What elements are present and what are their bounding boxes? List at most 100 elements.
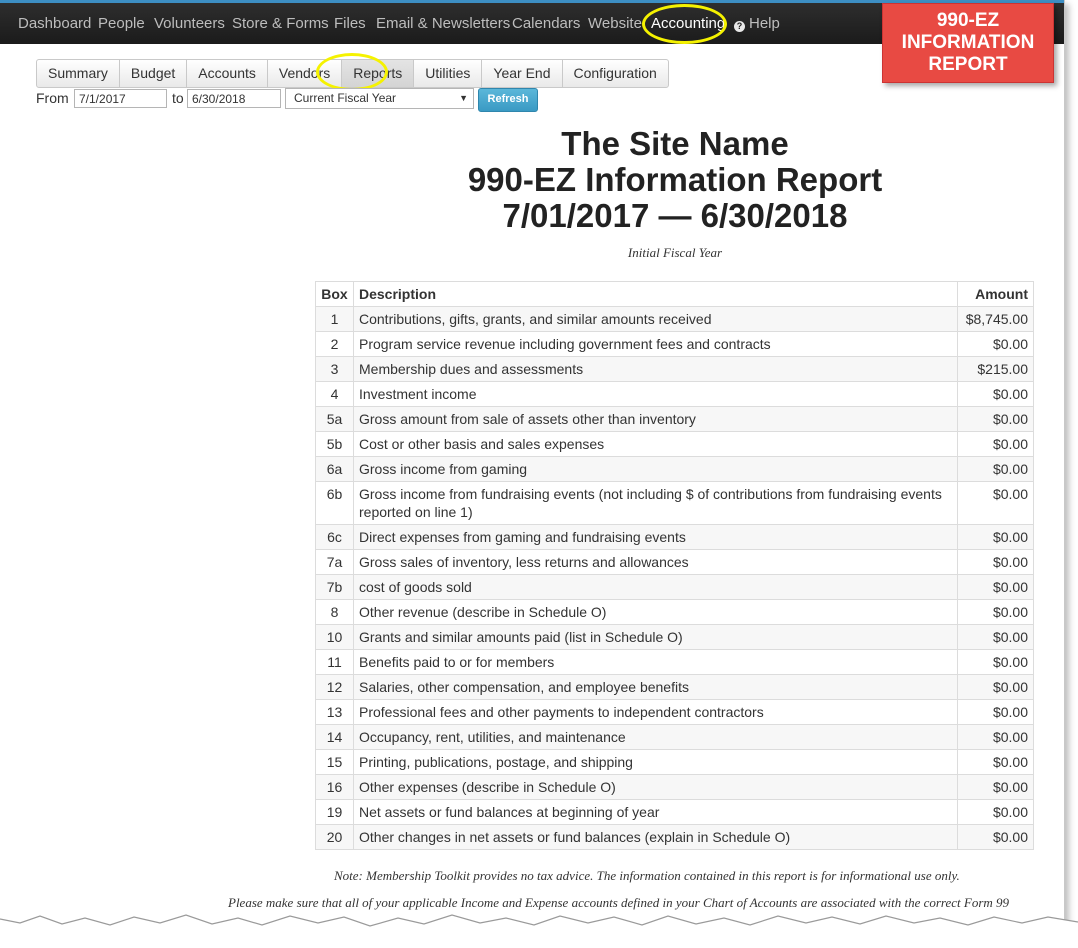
- row-amount: $0.00: [957, 624, 1034, 650]
- report-title: 990-EZ Information Report: [467, 161, 883, 198]
- nav-dashboard[interactable]: Dashboard: [18, 15, 91, 32]
- row-amount: $0.00: [957, 674, 1034, 700]
- nav-accounting[interactable]: Accounting: [651, 15, 725, 32]
- row-description: Professional fees and other payments to …: [353, 699, 958, 725]
- table-row: 11 Benefits paid to or for members $0.00: [315, 649, 1034, 675]
- row-amount: $0.00: [957, 331, 1034, 357]
- table-row: 7b cost of goods sold $0.00: [315, 574, 1034, 600]
- nav-email-newsletters[interactable]: Email & Newsletters: [376, 15, 510, 32]
- row-box: 20: [315, 824, 354, 850]
- row-description: Cost or other basis and sales expenses: [353, 431, 958, 457]
- period-select-value: Current Fiscal Year: [294, 91, 397, 105]
- row-description: Contributions, gifts, grants, and simila…: [353, 306, 958, 332]
- row-amount: $215.00: [957, 356, 1034, 382]
- row-description: Program service revenue including govern…: [353, 331, 958, 357]
- row-box: 8: [315, 599, 354, 625]
- row-description: Other changes in net assets or fund bala…: [353, 824, 958, 850]
- row-description: Investment income: [353, 381, 958, 407]
- nav-store-forms[interactable]: Store & Forms: [232, 15, 329, 32]
- table-row: 4 Investment income $0.00: [315, 381, 1034, 407]
- row-description: Occupancy, rent, utilities, and maintena…: [353, 724, 958, 750]
- nav-files[interactable]: Files: [334, 15, 366, 32]
- tab-year-end[interactable]: Year End: [482, 60, 563, 87]
- table-row: 8 Other revenue (describe in Schedule O) $…: [315, 599, 1034, 625]
- row-box: 5a: [315, 406, 354, 432]
- refresh-button[interactable]: Refresh: [478, 88, 538, 112]
- row-description: Gross sales of inventory, less returns a…: [353, 549, 958, 575]
- from-label: From: [36, 90, 69, 106]
- table-row: 6c Direct expenses from gaming and fundra…: [315, 524, 1034, 550]
- row-box: 11: [315, 649, 354, 675]
- row-amount: $0.00: [957, 456, 1034, 482]
- row-box: 1: [315, 306, 354, 332]
- table-row: 12 Salaries, other compensation, and empl…: [315, 674, 1034, 700]
- table-header-row: Box Description Amount: [315, 281, 1034, 307]
- chevron-down-icon: ▼: [459, 93, 468, 103]
- row-box: 5b: [315, 431, 354, 457]
- row-amount: $0.00: [957, 481, 1034, 525]
- row-amount: $0.00: [957, 649, 1034, 675]
- row-amount: $0.00: [957, 574, 1034, 600]
- report-callout-badge: 990-EZ INFORMATION REPORT: [882, 3, 1054, 83]
- accounting-subtabs: Summary Budget Accounts Vendors Reports …: [36, 59, 669, 88]
- table-row: 5b Cost or other basis and sales expenses…: [315, 431, 1034, 457]
- row-box: 6a: [315, 456, 354, 482]
- table-row: 2 Program service revenue including gover…: [315, 331, 1034, 357]
- row-box: 19: [315, 799, 354, 825]
- row-box: 6c: [315, 524, 354, 550]
- row-box: 16: [315, 774, 354, 800]
- row-amount: $0.00: [957, 381, 1034, 407]
- row-amount: $8,745.00: [957, 306, 1034, 332]
- callout-line-3: REPORT: [928, 54, 1008, 75]
- from-date-input[interactable]: [74, 89, 167, 108]
- row-amount: $0.00: [957, 824, 1034, 850]
- row-description: cost of goods sold: [353, 574, 958, 600]
- nav-website[interactable]: Website: [588, 15, 642, 32]
- table-row: 5a Gross amount from sale of assets other…: [315, 406, 1034, 432]
- tab-accounts[interactable]: Accounts: [187, 60, 268, 87]
- column-header-box: Box: [315, 281, 354, 307]
- to-date-input[interactable]: [187, 89, 281, 108]
- nav-calendars[interactable]: Calendars: [512, 15, 580, 32]
- row-amount: $0.00: [957, 599, 1034, 625]
- row-box: 13: [315, 699, 354, 725]
- report-subtitle: Initial Fiscal Year: [627, 245, 723, 260]
- table-row: 16 Other expenses (describe in Schedule O…: [315, 774, 1034, 800]
- site-name: The Site Name: [561, 125, 789, 162]
- tab-reports[interactable]: Reports: [342, 60, 415, 87]
- row-description: Gross amount from sale of assets other t…: [353, 406, 958, 432]
- table-row: 1 Contributions, gifts, grants, and simil…: [315, 306, 1034, 332]
- row-amount: $0.00: [957, 774, 1034, 800]
- row-amount: $0.00: [957, 524, 1034, 550]
- row-box: 15: [315, 749, 354, 775]
- row-amount: $0.00: [957, 549, 1034, 575]
- app-window: Dashboard People Volunteers Store & Form…: [0, 0, 1065, 936]
- table-row: 14 Occupancy, rent, utilities, and mainte…: [315, 724, 1034, 750]
- column-header-description: Description: [353, 281, 958, 307]
- row-description: Salaries, other compensation, and employ…: [353, 674, 958, 700]
- tab-summary[interactable]: Summary: [37, 60, 120, 87]
- row-description: Other revenue (describe in Schedule O): [353, 599, 958, 625]
- row-description: Membership dues and assessments: [353, 356, 958, 382]
- callout-line-1: 990-EZ: [936, 10, 1000, 31]
- help-icon: ?: [734, 21, 745, 32]
- nav-help[interactable]: Help: [749, 15, 780, 32]
- tab-utilities[interactable]: Utilities: [414, 60, 483, 87]
- period-select[interactable]: Current Fiscal Year ▼: [285, 88, 474, 109]
- row-amount: $0.00: [957, 431, 1034, 457]
- row-description: Direct expenses from gaming and fundrais…: [353, 524, 958, 550]
- row-box: 7b: [315, 574, 354, 600]
- row-description: Grants and similar amounts paid (list in…: [353, 624, 958, 650]
- tab-budget[interactable]: Budget: [120, 60, 188, 87]
- report-heading: The Site Name 990-EZ Information Report …: [315, 126, 1035, 234]
- row-amount: $0.00: [957, 724, 1034, 750]
- row-description: Gross income from gaming: [353, 456, 958, 482]
- table-row: 19 Net assets or fund balances at beginni…: [315, 799, 1034, 825]
- table-row: 20 Other changes in net assets or fund ba…: [315, 824, 1034, 850]
- nav-volunteers[interactable]: Volunteers: [154, 15, 225, 32]
- tab-configuration[interactable]: Configuration: [563, 60, 668, 87]
- row-amount: $0.00: [957, 799, 1034, 825]
- tab-vendors[interactable]: Vendors: [268, 60, 343, 87]
- nav-people[interactable]: People: [98, 15, 145, 32]
- row-description: Net assets or fund balances at beginning…: [353, 799, 958, 825]
